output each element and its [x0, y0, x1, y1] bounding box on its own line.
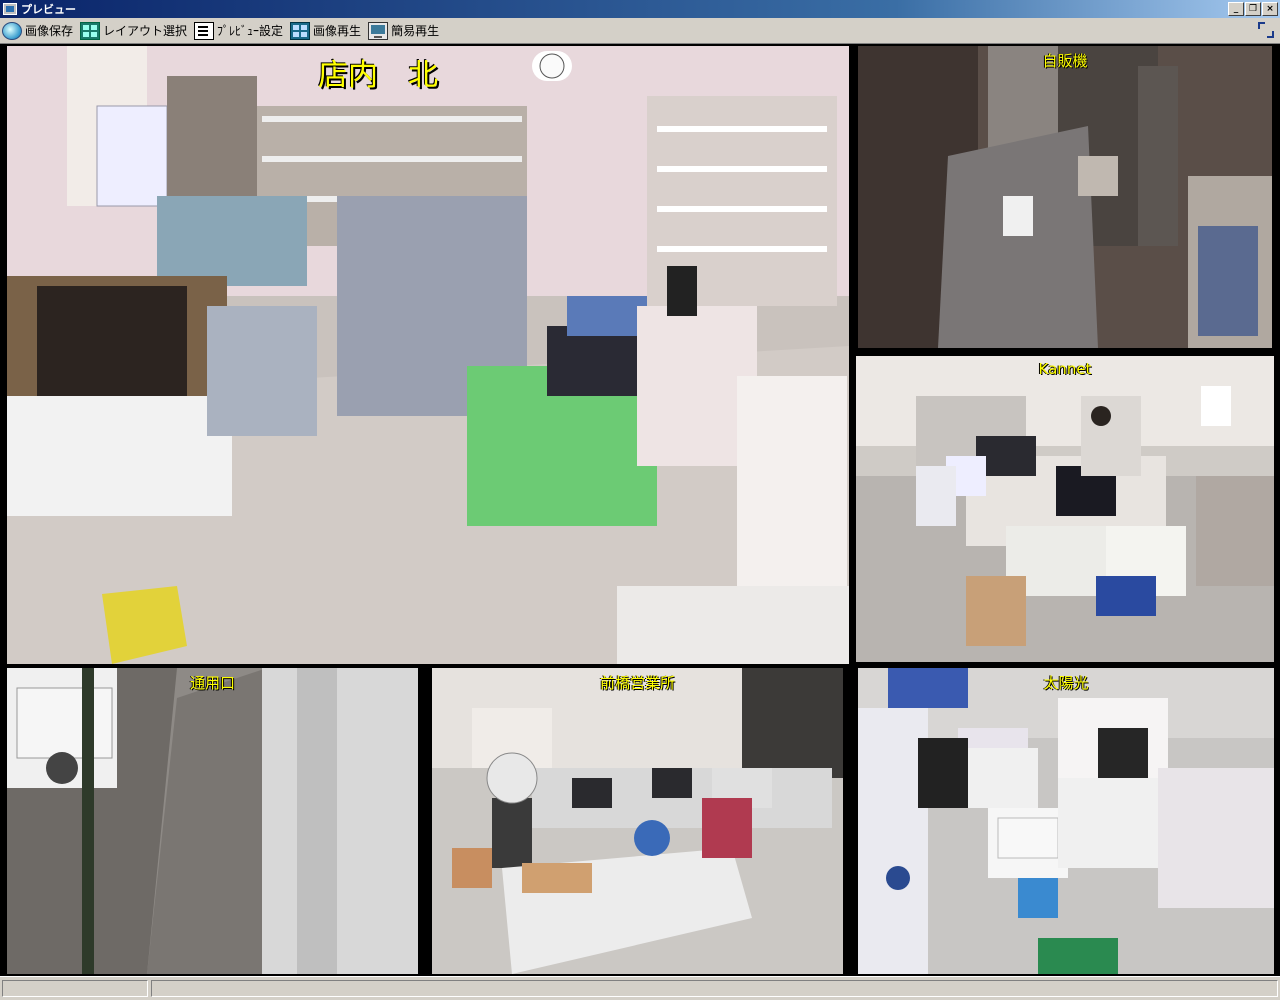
camera-label: 前橋営業所 [599, 674, 675, 692]
layout-select-button[interactable]: レイアウト選択 [78, 20, 192, 42]
camera-view-maebashi-office[interactable]: 前橋営業所 [432, 668, 843, 974]
image-playback-icon [290, 21, 311, 40]
layout-select-label: レイアウト選択 [103, 24, 188, 38]
fullscreen-toggle-icon[interactable] [1258, 22, 1274, 38]
maebashi-office-scene [432, 668, 843, 974]
camera-label: 店内 北 [318, 58, 438, 93]
image-playback-label: 画像再生 [313, 24, 362, 38]
simple-playback-button[interactable]: 簡易再生 [366, 20, 444, 42]
camera-label: 太陽光 [1043, 674, 1089, 692]
preview-settings-icon [194, 21, 215, 40]
status-panel-left [2, 980, 148, 997]
camera-label: 通用口 [189, 674, 235, 692]
minimize-button[interactable]: _ [1228, 2, 1244, 16]
camera-label: Kannet [1038, 360, 1092, 378]
image-playback-button[interactable]: 画像再生 [288, 20, 366, 42]
window-titlebar[interactable]: プレビュー _ ❐ × [0, 0, 1280, 18]
preview-settings-label: ﾌﾟﾚﾋﾞｭｰ設定 [217, 24, 284, 38]
simple-playback-icon [368, 21, 389, 40]
camera-view-service-entrance[interactable]: 通用口 [7, 668, 418, 974]
status-panel-main [151, 980, 1278, 997]
toolbar: 画像保存 レイアウト選択 ﾌﾟﾚﾋﾞｭｰ設定 画像再生 簡易再生 [0, 18, 1280, 44]
solar-office-scene [858, 668, 1274, 974]
restore-button[interactable]: ❐ [1245, 2, 1261, 16]
store-north-scene [7, 46, 849, 664]
preview-settings-button[interactable]: ﾌﾟﾚﾋﾞｭｰ設定 [192, 20, 288, 42]
save-image-label: 画像保存 [25, 24, 74, 38]
close-button[interactable]: × [1262, 2, 1278, 16]
camera-view-kannet[interactable]: Kannet [856, 356, 1274, 662]
camera-label: 自販機 [1042, 52, 1088, 70]
kannet-office-scene [856, 356, 1274, 662]
camera-grid: 店内 北 自販機 Kannet 通用口 前橋営業所 太陽光 [0, 44, 1280, 976]
window-title: プレビュー [21, 3, 76, 16]
service-entrance-scene [7, 668, 418, 974]
save-image-icon [2, 21, 22, 40]
simple-playback-label: 簡易再生 [391, 24, 440, 38]
camera-view-store-north[interactable]: 店内 北 [7, 46, 849, 664]
save-image-button[interactable]: 画像保存 [0, 20, 78, 42]
layout-select-icon [80, 21, 101, 40]
app-icon [3, 3, 17, 15]
camera-view-solar[interactable]: 太陽光 [858, 668, 1274, 974]
camera-view-vending[interactable]: 自販機 [858, 46, 1272, 348]
window-controls: _ ❐ × [1228, 2, 1278, 16]
vending-scene [858, 46, 1272, 348]
status-bar [0, 976, 1280, 1000]
